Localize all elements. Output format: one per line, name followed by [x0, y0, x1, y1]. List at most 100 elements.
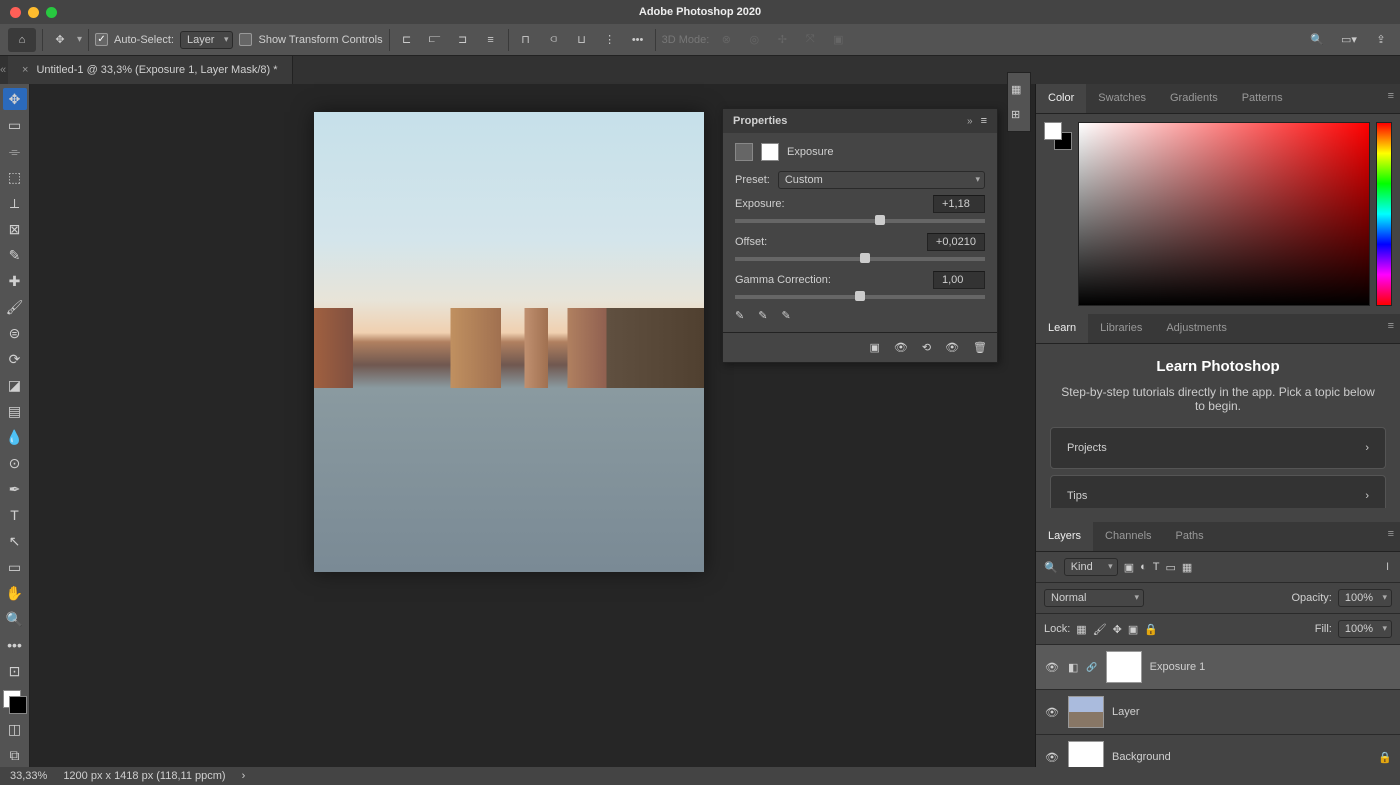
search-icon[interactable]: 🔍: [1306, 29, 1328, 51]
move-tool-icon[interactable]: ✥: [49, 29, 71, 51]
panel-menu-icon[interactable]: ≡: [1382, 522, 1400, 551]
layer-row[interactable]: 👁 Background 🔒: [1036, 735, 1400, 767]
pen-tool[interactable]: ✒: [3, 478, 27, 500]
collapsed-panel-icon[interactable]: ⊞: [1011, 108, 1027, 121]
brush-tool[interactable]: 🖌: [3, 296, 27, 318]
tab-patterns[interactable]: Patterns: [1230, 84, 1295, 113]
learn-item-projects[interactable]: Projects›: [1050, 427, 1386, 469]
close-window-button[interactable]: [10, 7, 21, 18]
filter-type-icon[interactable]: T: [1153, 561, 1160, 573]
layer-filter-dropdown[interactable]: Kind: [1064, 558, 1118, 576]
maximize-window-button[interactable]: [46, 7, 57, 18]
object-select-tool[interactable]: ⬚: [3, 166, 27, 188]
zoom-level[interactable]: 33,33%: [10, 770, 47, 782]
type-tool[interactable]: T: [3, 504, 27, 526]
align-justify-icon[interactable]: ≡: [480, 29, 502, 51]
crop-tool[interactable]: ⟂: [3, 192, 27, 214]
more-tools-icon[interactable]: •••: [3, 634, 27, 656]
lock-pixels-icon[interactable]: 🖌: [1093, 623, 1107, 636]
share-icon[interactable]: ⇪: [1370, 29, 1392, 51]
offset-value-input[interactable]: +0,0210: [927, 233, 985, 251]
edit-toolbar-icon[interactable]: ⊡: [3, 660, 27, 682]
lock-transparency-icon[interactable]: ▦: [1076, 623, 1086, 636]
panel-menu-icon[interactable]: ≡: [1382, 84, 1400, 113]
layer-thumb[interactable]: [1068, 696, 1104, 728]
exposure-slider[interactable]: [735, 219, 985, 223]
layer-name[interactable]: Background: [1112, 751, 1171, 763]
search-icon[interactable]: 🔍: [1044, 561, 1058, 574]
home-button[interactable]: ⌂: [8, 28, 36, 52]
canvas-image[interactable]: [314, 112, 704, 572]
more-icon[interactable]: •••: [627, 29, 649, 51]
shape-tool[interactable]: ▭: [3, 556, 27, 578]
align-left-icon[interactable]: ⊏: [396, 29, 418, 51]
eyedropper-white-icon[interactable]: ✎: [781, 309, 790, 322]
lasso-tool[interactable]: ⌯: [3, 140, 27, 162]
hand-tool[interactable]: ✋: [3, 582, 27, 604]
align-top-icon[interactable]: ⊓: [515, 29, 537, 51]
eyedropper-tool[interactable]: ✎: [3, 244, 27, 266]
mask-icon[interactable]: [761, 143, 779, 161]
eyedropper-gray-icon[interactable]: ✎: [758, 309, 767, 322]
layer-name[interactable]: Layer: [1112, 706, 1140, 718]
toggle-visibility-icon[interactable]: 👁: [945, 341, 959, 354]
tab-swatches[interactable]: Swatches: [1086, 84, 1158, 113]
offset-slider[interactable]: [735, 257, 985, 261]
tab-libraries[interactable]: Libraries: [1088, 314, 1154, 343]
lock-all-icon[interactable]: 🔒: [1144, 623, 1158, 636]
chevron-down-icon[interactable]: ▾: [77, 34, 82, 45]
delete-adjustment-icon[interactable]: 🗑: [973, 341, 987, 354]
frame-tool[interactable]: ⊠: [3, 218, 27, 240]
layer-thumb[interactable]: [1068, 741, 1104, 767]
blend-mode-dropdown[interactable]: Normal: [1044, 589, 1144, 607]
panel-menu-icon[interactable]: ≡: [981, 115, 987, 127]
clip-to-layer-icon[interactable]: ▣: [869, 341, 879, 354]
reset-icon[interactable]: ⟲: [922, 341, 931, 354]
align-right-icon[interactable]: ⊐: [452, 29, 474, 51]
learn-item-tips[interactable]: Tips›: [1050, 475, 1386, 508]
lock-artboard-icon[interactable]: ▣: [1128, 623, 1138, 636]
tab-learn[interactable]: Learn: [1036, 314, 1088, 343]
filter-toggle-icon[interactable]: ⏽: [1383, 561, 1392, 574]
show-transform-checkbox[interactable]: [239, 33, 252, 46]
opacity-input[interactable]: 100%: [1338, 589, 1392, 607]
align-center-h-icon[interactable]: ⫍: [424, 29, 446, 51]
collapse-chevron-icon[interactable]: «: [0, 64, 8, 76]
history-brush-tool[interactable]: ⟳: [3, 348, 27, 370]
close-tab-icon[interactable]: ×: [22, 64, 28, 76]
color-field[interactable]: [1078, 122, 1370, 306]
chevron-right-icon[interactable]: ›: [242, 770, 246, 782]
distribute-icon[interactable]: ⋮: [599, 29, 621, 51]
collapse-icon[interactable]: »: [967, 116, 973, 127]
screenmode-tool[interactable]: ⧉: [3, 744, 27, 766]
gamma-slider[interactable]: [735, 295, 985, 299]
visibility-toggle-icon[interactable]: 👁: [1044, 751, 1060, 764]
collapsed-panel-icon[interactable]: ▦: [1011, 83, 1027, 96]
blur-tool[interactable]: 💧: [3, 426, 27, 448]
gradient-tool[interactable]: ▤: [3, 400, 27, 422]
gamma-value-input[interactable]: 1,00: [933, 271, 985, 289]
panel-menu-icon[interactable]: ≡: [1382, 314, 1400, 343]
marquee-tool[interactable]: ▭: [3, 114, 27, 136]
document-tab[interactable]: × Untitled-1 @ 33,3% (Exposure 1, Layer …: [8, 56, 293, 84]
auto-select-checkbox[interactable]: [95, 33, 108, 46]
clone-stamp-tool[interactable]: ⊜: [3, 322, 27, 344]
foreground-background-swatch[interactable]: [3, 690, 27, 714]
path-select-tool[interactable]: ↖: [3, 530, 27, 552]
fg-bg-swatch[interactable]: [1044, 122, 1072, 150]
filter-adjust-icon[interactable]: ◐: [1140, 561, 1147, 573]
tab-color[interactable]: Color: [1036, 84, 1086, 113]
align-center-v-icon[interactable]: ⫏: [543, 29, 565, 51]
visibility-toggle-icon[interactable]: 👁: [1044, 661, 1060, 674]
tab-paths[interactable]: Paths: [1164, 522, 1216, 551]
align-bottom-icon[interactable]: ⊔: [571, 29, 593, 51]
healing-brush-tool[interactable]: ✚: [3, 270, 27, 292]
layer-name[interactable]: Exposure 1: [1150, 661, 1206, 673]
eraser-tool[interactable]: ◪: [3, 374, 27, 396]
document-info[interactable]: 1200 px x 1418 px (118,11 ppcm): [63, 770, 225, 782]
tab-adjustments[interactable]: Adjustments: [1154, 314, 1239, 343]
quickmask-tool[interactable]: ◫: [3, 718, 27, 740]
tab-channels[interactable]: Channels: [1093, 522, 1163, 551]
filter-shape-icon[interactable]: ▭: [1166, 561, 1176, 574]
tab-layers[interactable]: Layers: [1036, 522, 1093, 551]
